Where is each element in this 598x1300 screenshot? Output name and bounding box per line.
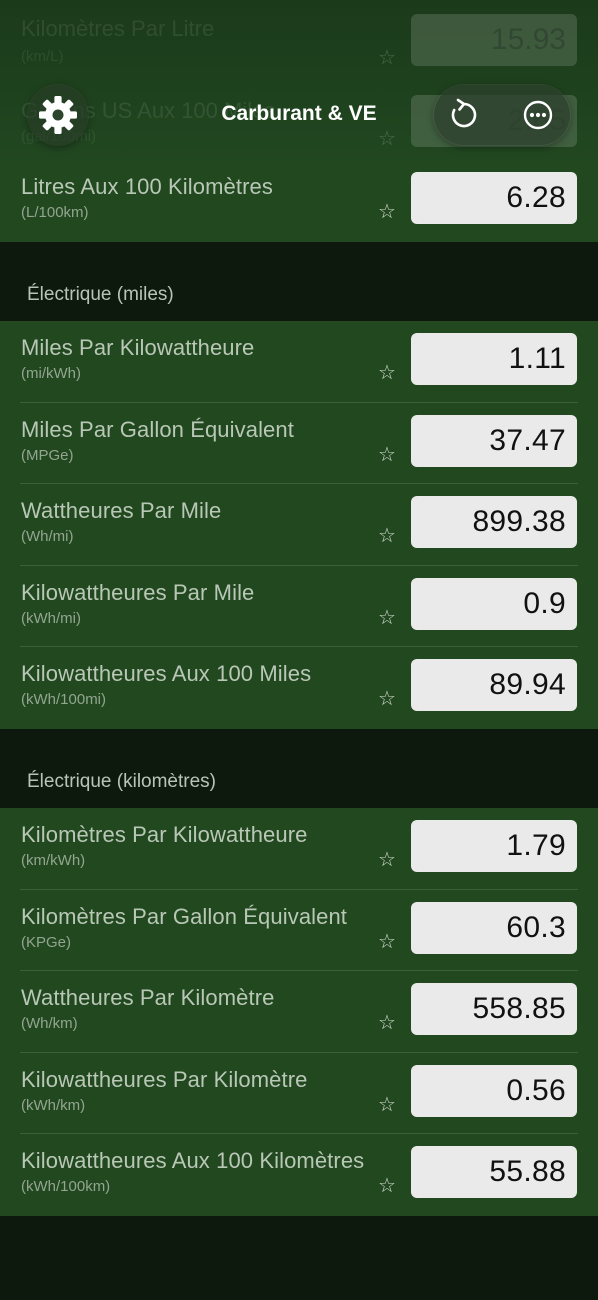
favorite-star-icon[interactable]: ☆ bbox=[378, 1176, 396, 1196]
favorite-star-icon[interactable]: ☆ bbox=[378, 850, 396, 870]
row-title: Kilowattheures Aux 100 Miles bbox=[21, 661, 312, 686]
list-item[interactable]: Kilomètres Par Gallon Équivalent (KPGe) … bbox=[0, 890, 598, 972]
toolbar-pill bbox=[434, 85, 570, 145]
value-field[interactable]: 6.28 bbox=[411, 172, 577, 224]
row-unit: (mi/kWh) bbox=[21, 365, 81, 382]
value-field[interactable]: 89.94 bbox=[411, 659, 577, 711]
favorite-star-icon[interactable]: ☆ bbox=[378, 363, 396, 383]
row-title: Miles Par Kilowattheure bbox=[21, 335, 255, 360]
row-title: Wattheures Par Mile bbox=[21, 498, 222, 523]
list-item[interactable]: Wattheures Par Kilomètre (Wh/km) ☆ 558.8… bbox=[0, 971, 598, 1053]
favorite-star-icon[interactable]: ☆ bbox=[378, 1013, 396, 1033]
list-item[interactable]: Kilowattheures Aux 100 Kilomètres (kWh/1… bbox=[0, 1134, 598, 1216]
value-field[interactable]: 55.88 bbox=[411, 1146, 577, 1198]
more-button[interactable] bbox=[508, 85, 568, 145]
favorite-star-icon[interactable]: ☆ bbox=[378, 1095, 396, 1115]
row-unit: (MPGe) bbox=[21, 446, 74, 464]
row-title: Litres Aux 100 Kilomètres bbox=[21, 174, 273, 199]
value-field[interactable]: 60.3 bbox=[411, 901, 577, 954]
value-field[interactable]: 15.93 bbox=[411, 14, 577, 66]
page-title-text: Carburant & VE bbox=[221, 102, 377, 125]
list-item[interactable]: Miles Par Kilowattheure (mi/kWh) ☆ 1.11 bbox=[0, 321, 598, 403]
faded-row-title: Kilomètres Par Litre bbox=[21, 16, 215, 41]
row-unit: (kWh/100km) bbox=[21, 1178, 111, 1195]
row-unit: (kWh/mi) bbox=[21, 609, 81, 627]
settings-button[interactable] bbox=[28, 85, 88, 145]
row-title: Kilomètres Par Kilowattheure bbox=[21, 822, 308, 847]
section-header-electric-miles: Électrique (miles) bbox=[27, 284, 174, 305]
row-unit: (kWh/100mi) bbox=[21, 691, 107, 708]
list-item[interactable]: Wattheures Par Mile (Wh/mi) ☆ 899.38 bbox=[0, 484, 598, 566]
row-unit: (km/kWh) bbox=[21, 852, 86, 869]
row-unit: (kWh/km) bbox=[21, 1096, 86, 1114]
row-title: Wattheures Par Kilomètre bbox=[21, 985, 275, 1010]
favorite-star-icon[interactable]: ☆ bbox=[378, 445, 396, 465]
row-title: Kilowattheures Par Mile bbox=[21, 579, 255, 605]
app-root: Kilomètres Par Litre (km/L) ☆ 15.93 Gall… bbox=[0, 0, 598, 1300]
row-title: Kilowattheures Par Kilomètre bbox=[21, 1066, 308, 1092]
list-item[interactable]: Kilowattheures Aux 100 Miles (kWh/100mi)… bbox=[0, 647, 598, 729]
favorite-star-icon[interactable]: ☆ bbox=[378, 689, 396, 709]
value-field[interactable]: 1.79 bbox=[411, 820, 577, 872]
list-item[interactable]: Miles Par Gallon Équivalent (MPGe) ☆ 37.… bbox=[0, 403, 598, 485]
row-title: Miles Par Gallon Équivalent bbox=[21, 416, 294, 442]
list-item[interactable]: Kilowattheures Par Kilomètre (kWh/km) ☆ … bbox=[0, 1053, 598, 1135]
star-icon[interactable]: ☆ bbox=[378, 126, 396, 151]
value-field[interactable]: 899.38 bbox=[411, 496, 577, 548]
gear-icon bbox=[39, 96, 77, 134]
row-title: Kilomètres Par Gallon Équivalent bbox=[21, 903, 348, 929]
value-field[interactable]: 558.85 bbox=[411, 983, 577, 1035]
reset-icon bbox=[451, 98, 477, 128]
value-field[interactable]: 1.11 bbox=[411, 333, 577, 385]
favorite-star-icon[interactable]: ☆ bbox=[378, 932, 396, 952]
star-icon[interactable]: ☆ bbox=[378, 45, 396, 70]
list-item[interactable]: Litres Aux 100 Kilomètres (L/100km) ☆ 6.… bbox=[0, 160, 598, 242]
reset-button[interactable] bbox=[434, 85, 494, 145]
row-title: Kilowattheures Aux 100 Kilomètres bbox=[21, 1148, 365, 1173]
electric-km-group: Kilomètres Par Kilowattheure (km/kWh) ☆ … bbox=[0, 808, 598, 1216]
ellipsis-circle-icon bbox=[523, 100, 553, 130]
list-item[interactable]: Kilomètres Par Kilowattheure (km/kWh) ☆ … bbox=[0, 808, 598, 890]
fuel-group: Litres Aux 100 Kilomètres (L/100km) ☆ 6.… bbox=[0, 160, 598, 242]
value-field[interactable]: 0.9 bbox=[411, 577, 577, 630]
list-item[interactable]: Kilowattheures Par Mile (kWh/mi) ☆ 0.9 bbox=[0, 566, 598, 648]
row-unit: (Wh/km) bbox=[21, 1015, 78, 1032]
faded-row-unit: (km/L) bbox=[21, 48, 64, 65]
favorite-star-icon[interactable]: ☆ bbox=[378, 526, 396, 546]
value-field[interactable]: 37.47 bbox=[411, 414, 577, 467]
row-unit: (Wh/mi) bbox=[21, 528, 74, 545]
row-unit: (KPGe) bbox=[21, 933, 72, 951]
row-unit: (L/100km) bbox=[21, 204, 89, 221]
favorite-star-icon[interactable]: ☆ bbox=[378, 202, 396, 222]
section-header-electric-km: Électrique (kilomètres) bbox=[27, 771, 216, 792]
favorite-star-icon[interactable]: ☆ bbox=[378, 608, 396, 628]
value-field[interactable]: 0.56 bbox=[411, 1064, 577, 1117]
electric-miles-group: Miles Par Kilowattheure (mi/kWh) ☆ 1.11 … bbox=[0, 321, 598, 729]
